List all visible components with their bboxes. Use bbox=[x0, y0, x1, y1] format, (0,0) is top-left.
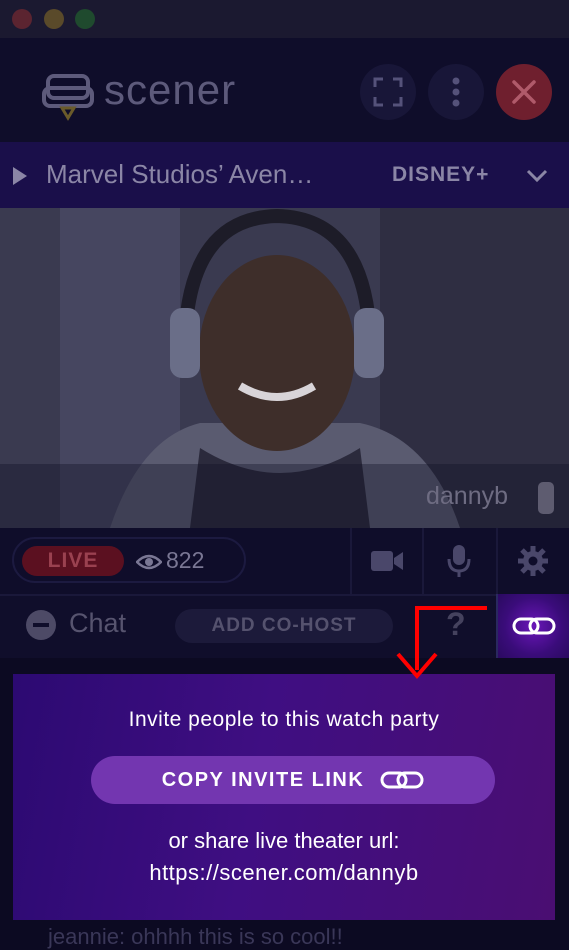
link-icon bbox=[512, 617, 555, 635]
fullscreen-button[interactable] bbox=[360, 64, 416, 120]
gear-icon bbox=[518, 546, 548, 576]
window-minimize-dot[interactable] bbox=[44, 9, 64, 29]
fullscreen-icon bbox=[373, 77, 403, 107]
more-options-button[interactable] bbox=[428, 64, 484, 120]
settings-button[interactable] bbox=[496, 528, 568, 594]
host-username: dannyb bbox=[426, 482, 509, 510]
window-close-dot[interactable] bbox=[12, 9, 32, 29]
microphone-button[interactable] bbox=[422, 528, 494, 594]
logo-couch-icon bbox=[42, 74, 94, 121]
camera-icon bbox=[371, 551, 403, 571]
copy-invite-link-label: COPY INVITE LINK bbox=[161, 768, 365, 791]
camera-button[interactable] bbox=[350, 528, 422, 594]
live-badge: LIVE bbox=[22, 546, 124, 576]
play-icon bbox=[13, 167, 27, 185]
eye-icon bbox=[136, 554, 162, 570]
app-logo-text: scener bbox=[104, 66, 237, 113]
close-button[interactable] bbox=[496, 64, 552, 120]
share-url[interactable]: https://scener.com/dannyb bbox=[13, 860, 555, 886]
invite-heading: Invite people to this watch party bbox=[128, 708, 440, 731]
chat-toggle-label[interactable]: Chat bbox=[69, 608, 126, 639]
annotation-arrow bbox=[396, 606, 487, 680]
streaming-service-label: DISNEY+ bbox=[392, 163, 490, 186]
close-icon bbox=[512, 80, 536, 104]
chat-message-preview: jeannie: ohhhh this is so cool!! bbox=[48, 924, 343, 949]
mic-icon bbox=[447, 545, 471, 577]
remote-icon[interactable] bbox=[538, 482, 554, 514]
copy-invite-link-button[interactable]: COPY INVITE LINK bbox=[91, 756, 495, 804]
invite-link-button[interactable] bbox=[496, 594, 569, 658]
more-vertical-icon bbox=[452, 77, 460, 107]
add-cohost-button[interactable]: ADD CO-HOST bbox=[175, 609, 393, 643]
now-playing-title: Marvel Studios’ Aven… bbox=[46, 159, 314, 189]
link-icon bbox=[380, 771, 424, 789]
share-url-prompt: or share live theater url: bbox=[168, 828, 400, 853]
minus-circle-icon[interactable] bbox=[26, 610, 56, 640]
chevron-down-icon[interactable] bbox=[526, 168, 548, 184]
window-zoom-dot[interactable] bbox=[75, 9, 95, 29]
viewer-count: 822 bbox=[166, 547, 205, 573]
